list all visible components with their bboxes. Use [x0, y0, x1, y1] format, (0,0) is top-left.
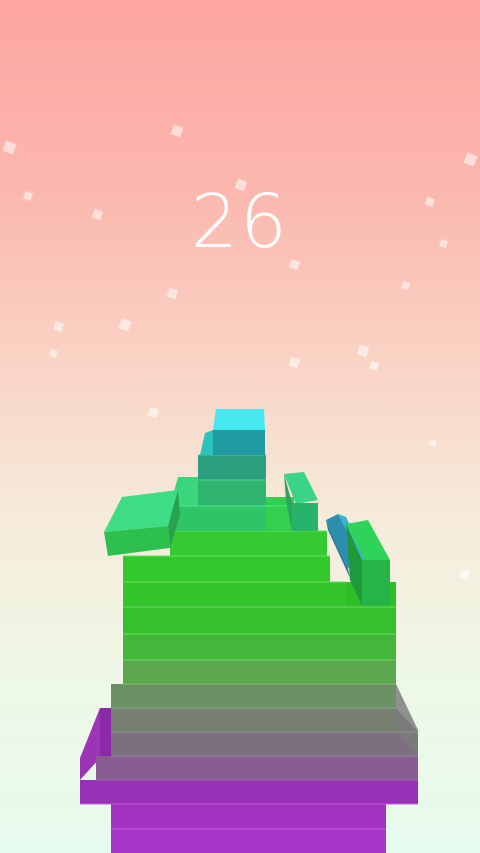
- block-tower: [80, 409, 418, 853]
- falling-block-debris: [104, 490, 180, 556]
- tower-middle-gray: [96, 684, 418, 781]
- tower-upper-layers: [170, 409, 294, 531]
